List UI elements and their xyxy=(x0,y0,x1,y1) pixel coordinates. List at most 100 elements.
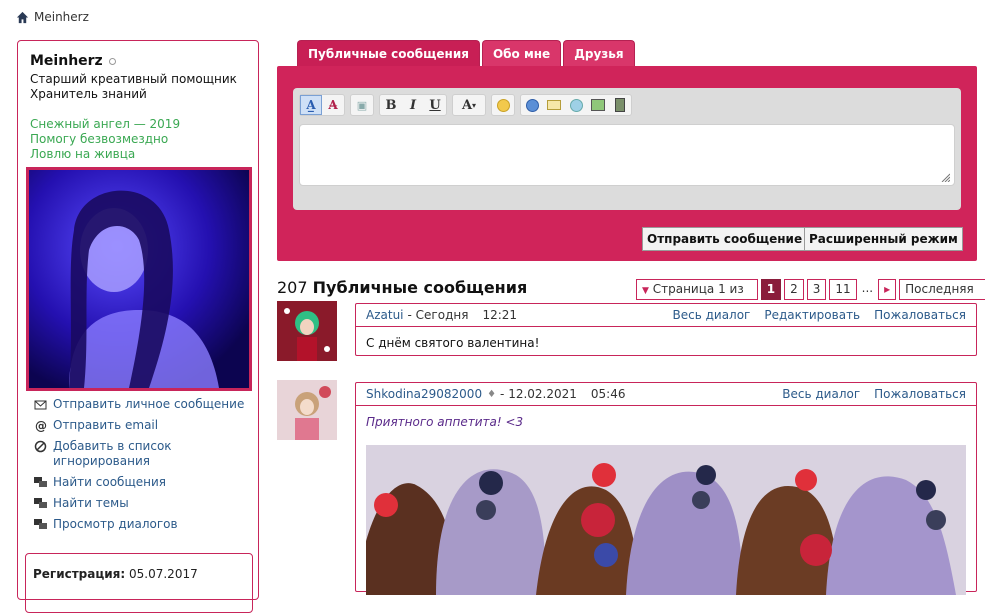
editor-toolbar: A̲ A̶ ▣ B I U A ▾ xyxy=(299,94,632,116)
user-title-2: Хранитель знаний xyxy=(30,87,147,101)
dialogs-icon xyxy=(34,519,47,529)
page-2[interactable]: 2 xyxy=(784,279,804,300)
message-author-link[interactable]: Shkodina29082000 xyxy=(366,387,482,401)
message-header: Azatui - Сегодня 12:21 Весь диалог Редак… xyxy=(356,304,976,327)
message-text: Приятного аппетита! <3 xyxy=(366,415,524,429)
report-message-link[interactable]: Пожаловаться xyxy=(874,308,966,322)
message-author-link[interactable]: Azatui xyxy=(366,308,404,322)
page-3[interactable]: 3 xyxy=(806,279,827,300)
resize-handle-icon[interactable] xyxy=(940,172,950,182)
font-size-dropdown-icon[interactable]: A ▾ xyxy=(453,95,485,115)
message-date: - 12.02.2021 xyxy=(500,387,577,401)
threads-icon xyxy=(34,498,47,508)
user-extra-3: Ловлю на живца xyxy=(30,147,136,161)
posts-icon xyxy=(34,477,47,487)
video-icon[interactable] xyxy=(609,95,631,115)
envelope-icon xyxy=(34,400,47,410)
tab-friends[interactable]: Друзья xyxy=(563,40,635,67)
message-avatar[interactable] xyxy=(277,380,337,440)
picture-icon[interactable] xyxy=(587,95,609,115)
tab-about-me[interactable]: Обо мне xyxy=(481,40,562,67)
toolbar-group-paste: ▣ xyxy=(350,94,374,116)
smiley-icon[interactable] xyxy=(492,95,514,115)
user-titles: Старший креативный помощник Хранитель зн… xyxy=(30,72,237,102)
username-text: Meinherz xyxy=(30,53,103,69)
offline-status-icon xyxy=(108,57,116,65)
remove-format-icon[interactable]: A̲ xyxy=(300,95,322,115)
message-avatar-image xyxy=(277,380,337,440)
view-dialogs-link[interactable]: Просмотр диалогов xyxy=(34,517,254,532)
page-ellipsis: ... xyxy=(859,279,876,300)
message-time: 05:46 xyxy=(590,387,626,401)
profile-tabs: Публичные сообщения Обо мне Друзья xyxy=(297,40,635,67)
view-dialog-link[interactable]: Весь диалог xyxy=(673,308,751,322)
email-link-icon[interactable] xyxy=(543,95,565,115)
action-label: Найти темы xyxy=(53,496,129,510)
page-info-dropdown[interactable]: ▼ Страница 1 из 21 xyxy=(636,279,758,317)
send-message-button[interactable]: Отправить сообщение xyxy=(642,227,808,251)
message-avatar-image xyxy=(277,301,337,361)
user-status-icon: ♦ xyxy=(487,388,497,400)
user-extra-1: Снежный ангел — 2019 xyxy=(30,117,181,131)
action-label: Отправить email xyxy=(53,418,159,432)
messages-count: 207 xyxy=(277,278,308,297)
action-label: Отправить личное сообщение xyxy=(53,397,245,411)
underline-icon[interactable]: U xyxy=(424,95,446,115)
message-textarea[interactable] xyxy=(299,124,955,186)
last-page-label: Последняя xyxy=(905,282,974,296)
message-avatar[interactable] xyxy=(277,301,337,361)
send-email-link[interactable]: @ Отправить email xyxy=(34,418,254,433)
message-time: 12:21 xyxy=(482,308,518,322)
last-page-button[interactable]: Последняя ▸▸ xyxy=(899,279,985,315)
message-date: - Сегодня xyxy=(407,308,469,322)
registration-label: Регистрация: xyxy=(33,567,126,581)
image-icon[interactable] xyxy=(565,95,587,115)
edit-message-link[interactable]: Редактировать xyxy=(764,308,860,322)
send-private-message-link[interactable]: Отправить личное сообщение xyxy=(34,397,254,412)
page-1[interactable]: 1 xyxy=(760,279,782,300)
view-dialog-link[interactable]: Весь диалог xyxy=(782,387,860,401)
action-label: Добавить в список игнорирования xyxy=(53,439,172,468)
messages-heading: 207 Публичные сообщения xyxy=(277,278,527,297)
paste-icon[interactable]: ▣ xyxy=(351,95,373,115)
page-11[interactable]: 11 xyxy=(829,279,857,300)
messages-title: Публичные сообщения xyxy=(312,278,528,297)
next-page-button[interactable]: ▸ xyxy=(878,279,897,300)
message-header: Shkodina29082000 ♦ - 12.02.2021 05:46 Ве… xyxy=(356,383,976,406)
profile-username: Meinherz xyxy=(30,53,116,69)
breadcrumb-label[interactable]: Meinherz xyxy=(34,10,89,24)
action-label: Найти сообщения xyxy=(53,475,167,489)
tab-public-messages[interactable]: Публичные сообщения xyxy=(297,40,480,67)
user-extra-2: Помогу безвозмездно xyxy=(30,132,169,146)
italic-icon[interactable]: I xyxy=(402,95,424,115)
find-threads-link[interactable]: Найти темы xyxy=(34,496,254,511)
action-label: Просмотр диалогов xyxy=(53,517,178,531)
find-posts-link[interactable]: Найти сообщения xyxy=(34,475,254,490)
registration-info: Регистрация: 05.07.2017 xyxy=(25,553,253,613)
advanced-mode-button[interactable]: Расширенный режим xyxy=(804,227,963,251)
caret-down-icon: ▼ xyxy=(642,286,649,296)
link-icon[interactable] xyxy=(521,95,543,115)
profile-avatar xyxy=(26,167,252,391)
toolbar-group-format: A̲ A̶ xyxy=(299,94,345,116)
message-item: Azatui - Сегодня 12:21 Весь диалог Редак… xyxy=(355,303,977,356)
dessert-photo xyxy=(366,445,966,595)
bold-icon[interactable]: B xyxy=(380,95,402,115)
pagination: ▼ Страница 1 из 21 1 2 3 11 ... ▸ Послед… xyxy=(636,279,985,317)
registration-date: 05.07.2017 xyxy=(129,567,198,581)
toolbar-group-style: B I U xyxy=(379,94,447,116)
editor-box: A̲ A̶ ▣ B I U A ▾ xyxy=(293,88,961,210)
add-to-ignore-link[interactable]: Добавить в список игнорирования xyxy=(34,439,254,469)
profile-actions: Отправить личное сообщение @ Отправить e… xyxy=(34,397,254,538)
user-title-1: Старший креативный помощник xyxy=(30,72,237,86)
svg-text:@: @ xyxy=(35,419,47,432)
avatar-image xyxy=(29,170,249,388)
message-text: С днём святого валентина! xyxy=(366,336,540,350)
home-icon[interactable] xyxy=(16,11,29,24)
clear-format-icon[interactable]: A̶ xyxy=(322,95,344,115)
profile-sidebar: Meinherz Старший креативный помощник Хра… xyxy=(17,40,259,613)
toolbar-group-font: A ▾ xyxy=(452,94,486,116)
report-message-link[interactable]: Пожаловаться xyxy=(874,387,966,401)
breadcrumb: Meinherz xyxy=(16,10,89,24)
message-item: Shkodina29082000 ♦ - 12.02.2021 05:46 Ве… xyxy=(355,382,977,595)
